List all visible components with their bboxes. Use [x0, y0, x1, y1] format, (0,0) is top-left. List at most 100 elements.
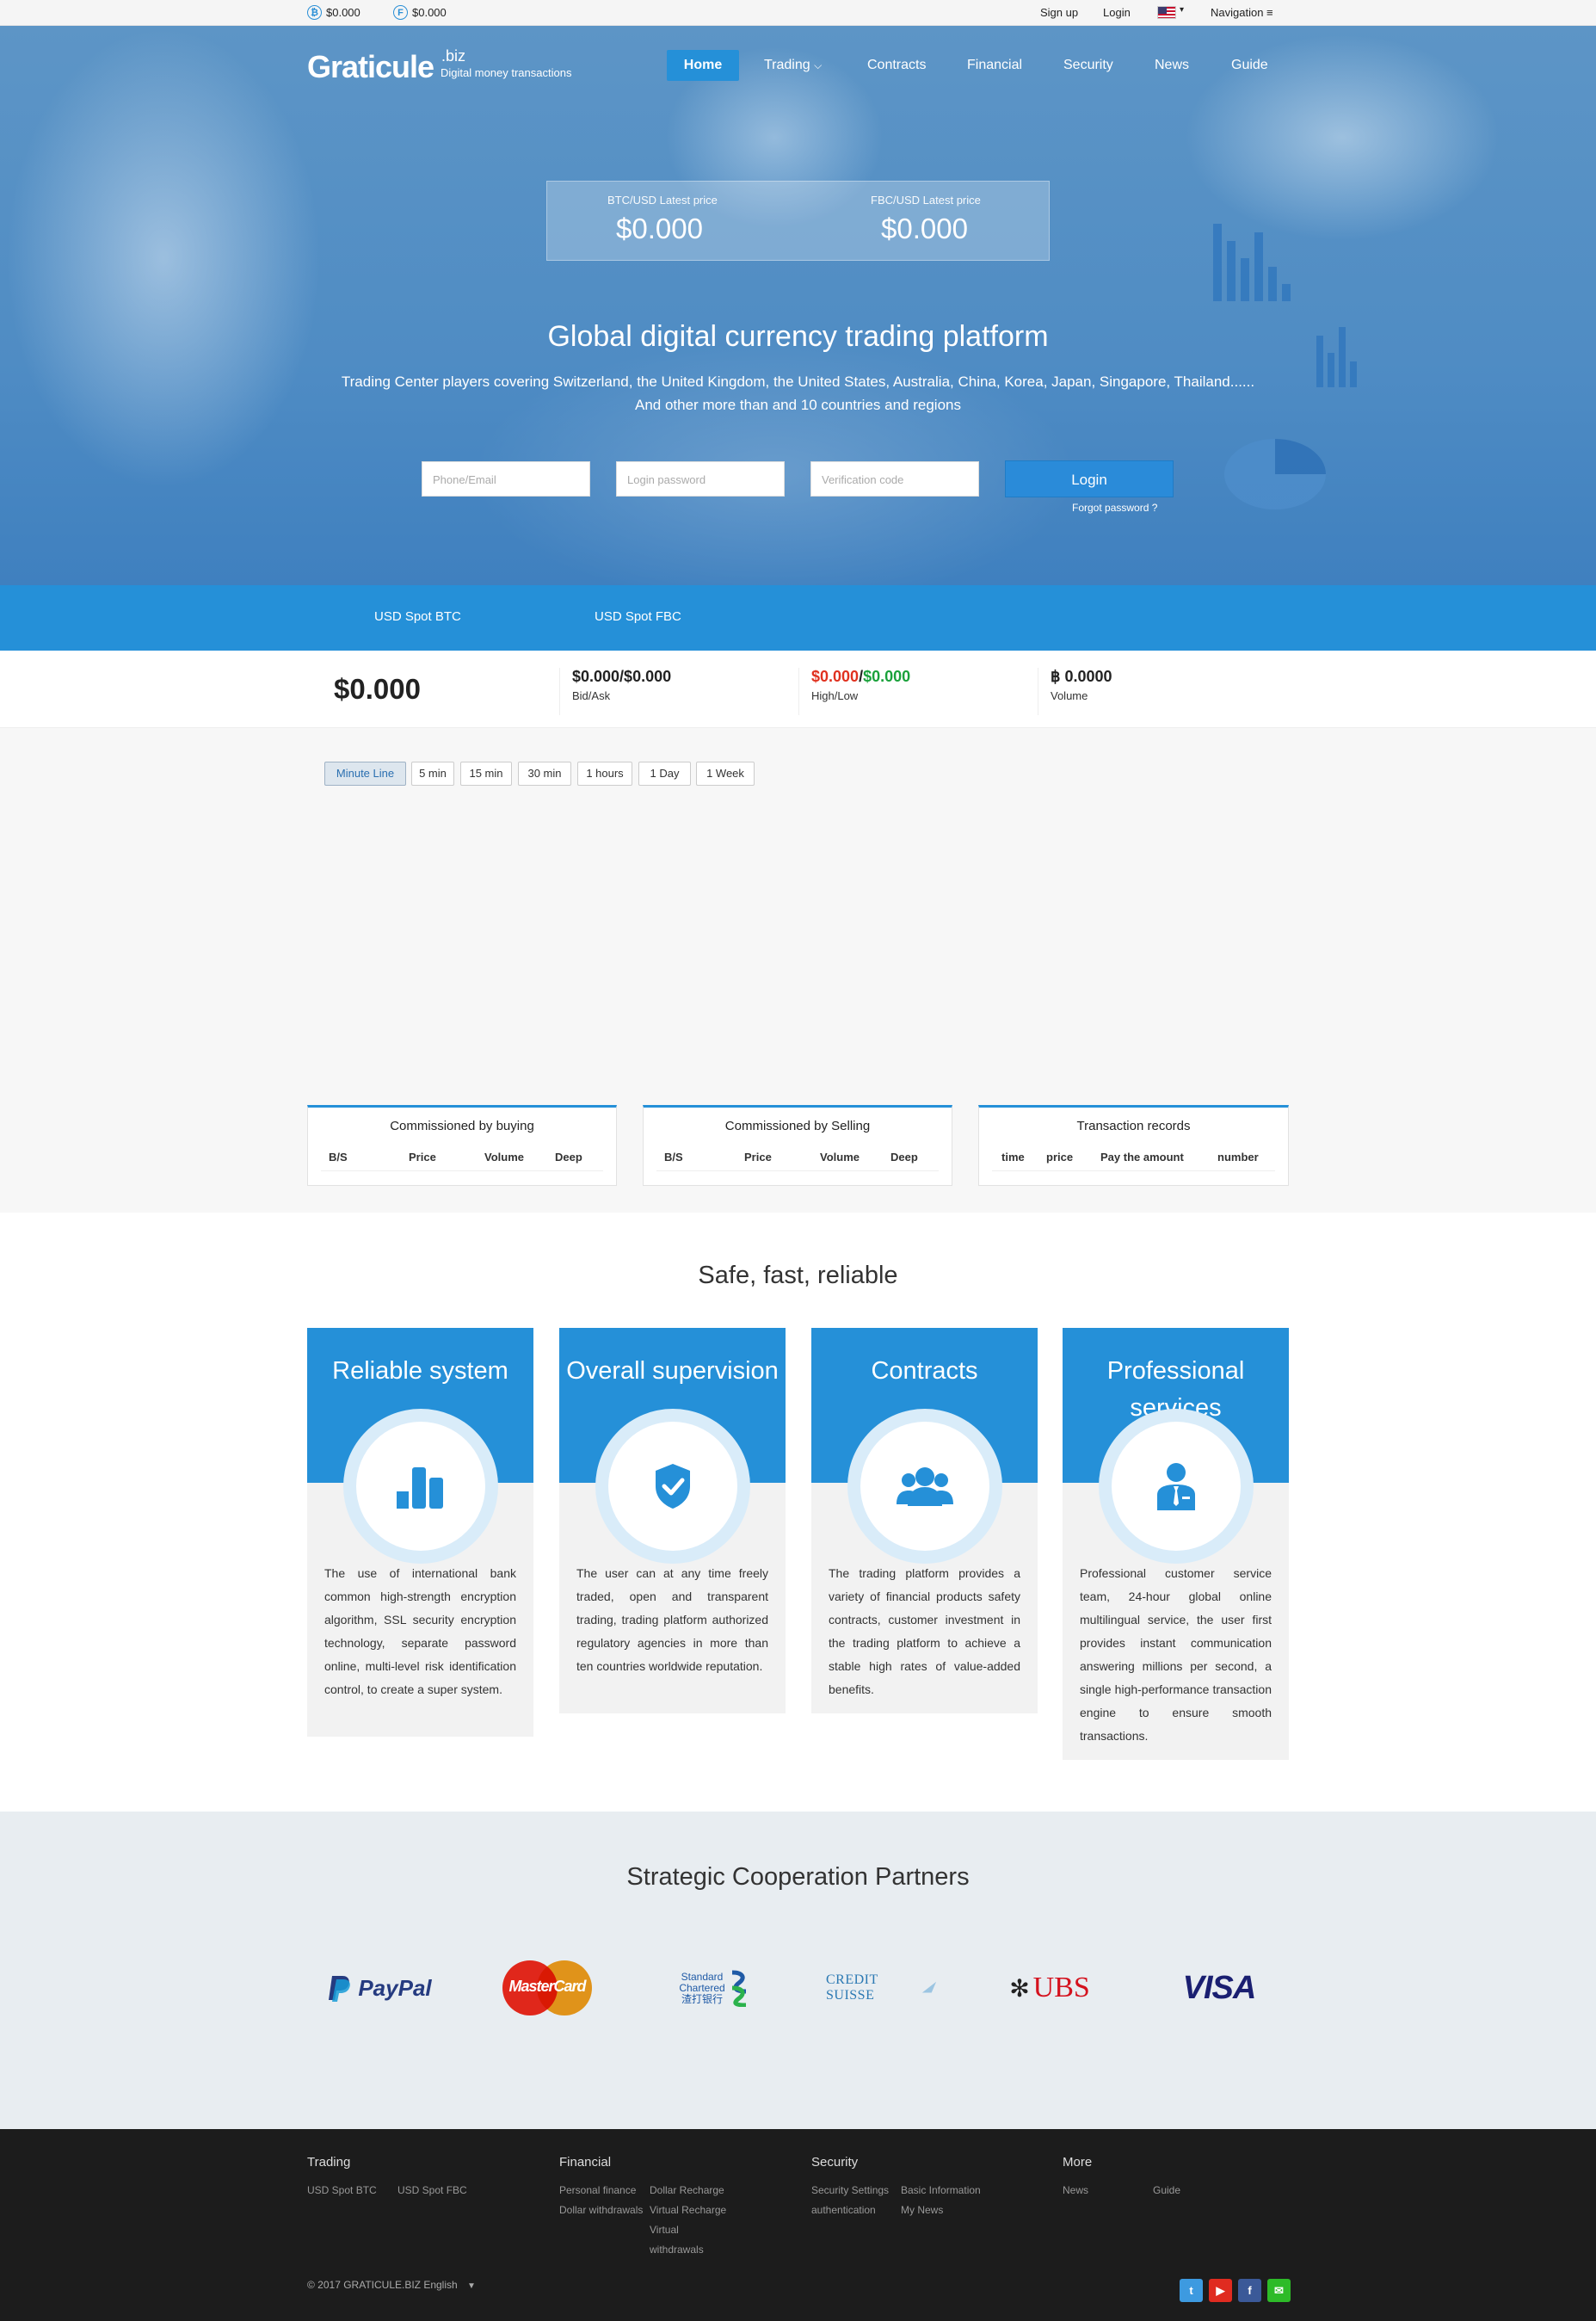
bid-ask-label: Bid/Ask — [572, 689, 611, 702]
facebook-icon[interactable]: f — [1238, 2279, 1261, 2302]
card-title: Overall supervision — [566, 1357, 779, 1385]
features-title: Safe, fast, reliable — [698, 1262, 898, 1289]
footer-link-dollar-withdrawals[interactable]: Dollar withdrawals — [559, 2201, 645, 2220]
timeframe-5-min[interactable]: 5 min — [411, 762, 454, 786]
footer-link-my-news[interactable]: My News — [901, 2201, 943, 2220]
standard-chartered-logo: Standard Chartered 渣打银行 — [667, 1962, 761, 2014]
phone-email-input[interactable]: Phone/Email — [422, 461, 590, 497]
us-flag-icon[interactable] — [1157, 6, 1176, 19]
twitter-icon[interactable]: t — [1180, 2279, 1203, 2302]
visa-wordmark: VISA — [1182, 1969, 1257, 2006]
btc-ticker-price: $0.000 — [326, 6, 360, 19]
footer-link-dollar-recharge[interactable]: Dollar Recharge — [650, 2181, 724, 2201]
timeframe-minute-line[interactable]: Minute Line — [324, 762, 406, 786]
column-header: price — [1046, 1151, 1074, 1164]
footer-heading-financial: Financial — [559, 2155, 612, 2170]
low-value: $0.000 — [863, 668, 911, 685]
support-agent-icon — [1112, 1422, 1241, 1551]
credit-suisse-wordmark: CREDIT SUISSE — [826, 1972, 878, 2003]
forgot-password-link[interactable]: Forgot password ? — [1072, 502, 1157, 514]
wechat-icon[interactable]: ✉ — [1267, 2279, 1291, 2302]
feature-card-professional-services: Professional services Professional custo… — [1063, 1328, 1289, 1760]
footer-heading-security: Security — [811, 2155, 859, 2170]
timeframe-15-min[interactable]: 15 min — [460, 762, 512, 786]
nav-trading-label: Trading — [764, 58, 810, 72]
market-stats: $0.000 $0.000/$0.000 Bid/Ask $0.000/$0.0… — [0, 651, 1596, 728]
mastercard-logo: MasterCard — [502, 1960, 593, 2015]
market-tabs-bar: USD Spot BTC USD Spot FBC — [0, 585, 1596, 651]
fbc-price-label: FBC/USD Latest price — [871, 194, 981, 207]
caret-down-icon[interactable]: ▾ — [1180, 5, 1184, 15]
visa-logo: VISA — [1172, 1962, 1266, 2014]
logo-suffix: .biz — [441, 47, 466, 65]
column-header: B/S — [664, 1151, 683, 1164]
footer-link-news[interactable]: News — [1063, 2181, 1088, 2201]
high-low-label: High/Low — [811, 689, 859, 702]
card-text: The use of international bank common hig… — [324, 1566, 516, 1696]
card-text: The user can at any time freely traded, … — [576, 1566, 768, 1673]
nav-guide[interactable]: Guide — [1231, 50, 1268, 81]
partners-section: Strategic Cooperation Partners PayPal Ma… — [0, 1812, 1596, 2129]
nav-news[interactable]: News — [1155, 50, 1189, 81]
tab-usd-spot-fbc[interactable]: USD Spot FBC — [595, 609, 681, 624]
timeframe-30-min[interactable]: 30 min — [518, 762, 571, 786]
signup-link[interactable]: Sign up — [1040, 6, 1078, 19]
shield-check-icon — [608, 1422, 737, 1551]
divider — [992, 1170, 1275, 1171]
column-header: Price — [744, 1151, 772, 1164]
sell-orders-title: Commissioned by Selling — [724, 1119, 871, 1133]
partners-title: Strategic Cooperation Partners — [626, 1863, 970, 1891]
verification-code-input[interactable]: Verification code — [810, 461, 979, 497]
standard-chartered-line3: 渣打银行 — [681, 1992, 723, 2005]
nav-home[interactable]: Home — [667, 50, 739, 81]
language-caret-icon[interactable]: ▼ — [467, 2281, 476, 2291]
footer-link-basic-information[interactable]: Basic Information — [901, 2181, 981, 2201]
timeframe-1-day[interactable]: 1 Day — [638, 762, 691, 786]
login-button[interactable]: Login — [1005, 460, 1174, 497]
hero-subline: Trading Center players covering Switzerl… — [341, 373, 1255, 390]
nav-financial[interactable]: Financial — [967, 50, 1022, 81]
copyright: © 2017 GRATICULE.BIZ English ▼ — [307, 2279, 476, 2291]
paypal-logo: PayPal — [324, 1962, 435, 2014]
column-header: time — [1001, 1151, 1025, 1164]
ubs-wordmark: UBS — [1032, 1972, 1090, 2003]
last-price-value: $0.000 — [334, 673, 421, 705]
youtube-icon[interactable]: ▶ — [1209, 2279, 1232, 2302]
fbc-ticker: F $0.000 — [393, 5, 447, 20]
footer-link-usd-spot-btc[interactable]: USD Spot BTC — [307, 2181, 377, 2201]
high-low-stat: $0.000/$0.000 High/Low — [798, 668, 1035, 715]
background-pie-decoration — [1224, 439, 1326, 509]
latest-price-box: BTC/USD Latest price $0.000 FBC/USD Late… — [546, 181, 1050, 261]
nav-security[interactable]: Security — [1063, 50, 1113, 81]
footer-link-usd-spot-fbc[interactable]: USD Spot FBC — [397, 2181, 467, 2201]
footer-link-authentication[interactable]: authentication — [811, 2201, 876, 2220]
login-password-input[interactable]: Login password — [616, 461, 785, 497]
fbc-price-value: $0.000 — [881, 213, 968, 244]
users-icon — [860, 1422, 989, 1551]
hero-subline-2: And other more than and 10 countries and… — [635, 397, 961, 413]
credit-suisse-logo: CREDIT SUISSE — [826, 1962, 938, 2014]
timeframe-1-hours[interactable]: 1 hours — [577, 762, 632, 786]
column-header: B/S — [329, 1151, 348, 1164]
top-bar: ₿ $0.000 F $0.000 Sign up Login ▾ Naviga… — [0, 0, 1596, 26]
feature-card-overall-supervision: Overall supervision The user can at any … — [559, 1328, 786, 1713]
tab-usd-spot-btc[interactable]: USD Spot BTC — [374, 609, 461, 624]
footer-link-personal-finance[interactable]: Personal finance — [559, 2181, 636, 2201]
footer-heading-more: More — [1063, 2155, 1093, 2170]
logo[interactable]: Graticule — [307, 49, 434, 85]
footer-link-guide[interactable]: Guide — [1153, 2181, 1180, 2201]
footer-link-virtual-recharge[interactable]: Virtual Recharge — [650, 2201, 726, 2220]
footer-link-security-settings[interactable]: Security Settings — [811, 2181, 889, 2201]
ubs-logo: ✻ UBS — [1002, 1962, 1097, 2014]
card-text: The trading platform provides a variety … — [829, 1566, 1020, 1696]
sell-orders-panel: Commissioned by Selling B/S Price Volume… — [643, 1105, 952, 1186]
timeframe-1-week[interactable]: 1 Week — [696, 762, 755, 786]
nav-trading[interactable]: Trading ⌵ — [764, 50, 822, 81]
feature-card-reliable-system: Reliable system The use of international… — [307, 1328, 533, 1737]
standard-chartered-line2: Chartered — [679, 1981, 725, 1994]
navigation-menu-button[interactable]: Navigation ≡ — [1211, 6, 1273, 19]
nav-contracts[interactable]: Contracts — [867, 50, 926, 81]
login-link[interactable]: Login — [1103, 6, 1131, 19]
footer-link-virtual-withdrawals[interactable]: Virtual withdrawals — [650, 2220, 710, 2260]
chart-area: Minute Line 5 min 15 min 30 min 1 hours … — [0, 728, 1596, 1213]
